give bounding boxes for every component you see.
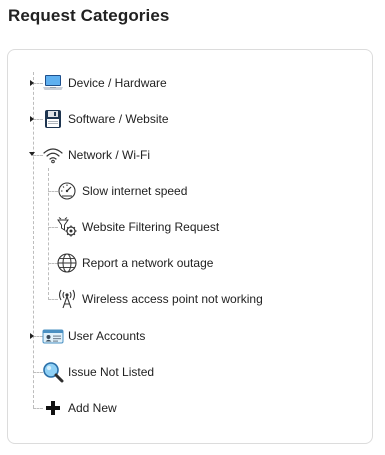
tree-item-label: Network / Wi-Fi <box>68 148 150 162</box>
collapse-toggle-network-wifi[interactable] <box>29 152 35 156</box>
tree-item-website-filtering-request[interactable]: Website Filtering Request <box>56 214 219 240</box>
tree-item-user-accounts[interactable]: User Accounts <box>42 323 145 349</box>
plus-icon <box>42 398 64 418</box>
tree-item-issue-not-listed[interactable]: Issue Not Listed <box>42 359 154 385</box>
tree-item-label: Device / Hardware <box>68 76 167 90</box>
tree-item-software-website[interactable]: Software / Website <box>42 106 169 132</box>
tree-item-label: Website Filtering Request <box>82 220 220 234</box>
tree-item-device-hardware[interactable]: Device / Hardware <box>42 70 167 96</box>
globe-network-icon <box>56 252 78 274</box>
antenna-icon <box>56 288 78 310</box>
tree-item-label: Report a network outage <box>82 256 214 270</box>
tree-item-wireless-access-point[interactable]: Wireless access point not working <box>56 286 263 312</box>
tree-item-label: Wireless access point not working <box>82 292 263 306</box>
add-new-button[interactable]: Add New <box>42 395 117 421</box>
filter-gear-icon <box>56 216 78 238</box>
tree-item-network-wifi[interactable]: Network / Wi-Fi <box>42 142 150 168</box>
expand-toggle-device-hardware[interactable] <box>30 80 34 86</box>
tree-item-label: Software / Website <box>68 112 169 126</box>
magnifier-icon <box>42 361 64 383</box>
floppy-disk-icon <box>42 109 64 129</box>
tree-connector <box>33 72 34 408</box>
laptop-icon <box>42 74 64 92</box>
category-tree-panel: Device / Hardware Software / Website Net… <box>7 49 373 444</box>
tree-item-report-network-outage[interactable]: Report a network outage <box>56 250 213 276</box>
tree-item-label: Slow internet speed <box>82 184 188 198</box>
id-card-icon <box>42 327 64 345</box>
tree-item-slow-internet-speed[interactable]: Slow internet speed <box>56 178 187 204</box>
speedometer-icon <box>56 181 78 201</box>
expand-toggle-user-accounts[interactable] <box>30 333 34 339</box>
wifi-icon <box>42 146 64 164</box>
add-new-label: Add New <box>68 401 117 415</box>
page-title: Request Categories <box>8 6 170 25</box>
tree-item-label: Issue Not Listed <box>68 365 155 379</box>
tree-connector <box>48 168 49 300</box>
tree-item-label: User Accounts <box>68 329 146 343</box>
expand-toggle-software-website[interactable] <box>30 116 34 122</box>
